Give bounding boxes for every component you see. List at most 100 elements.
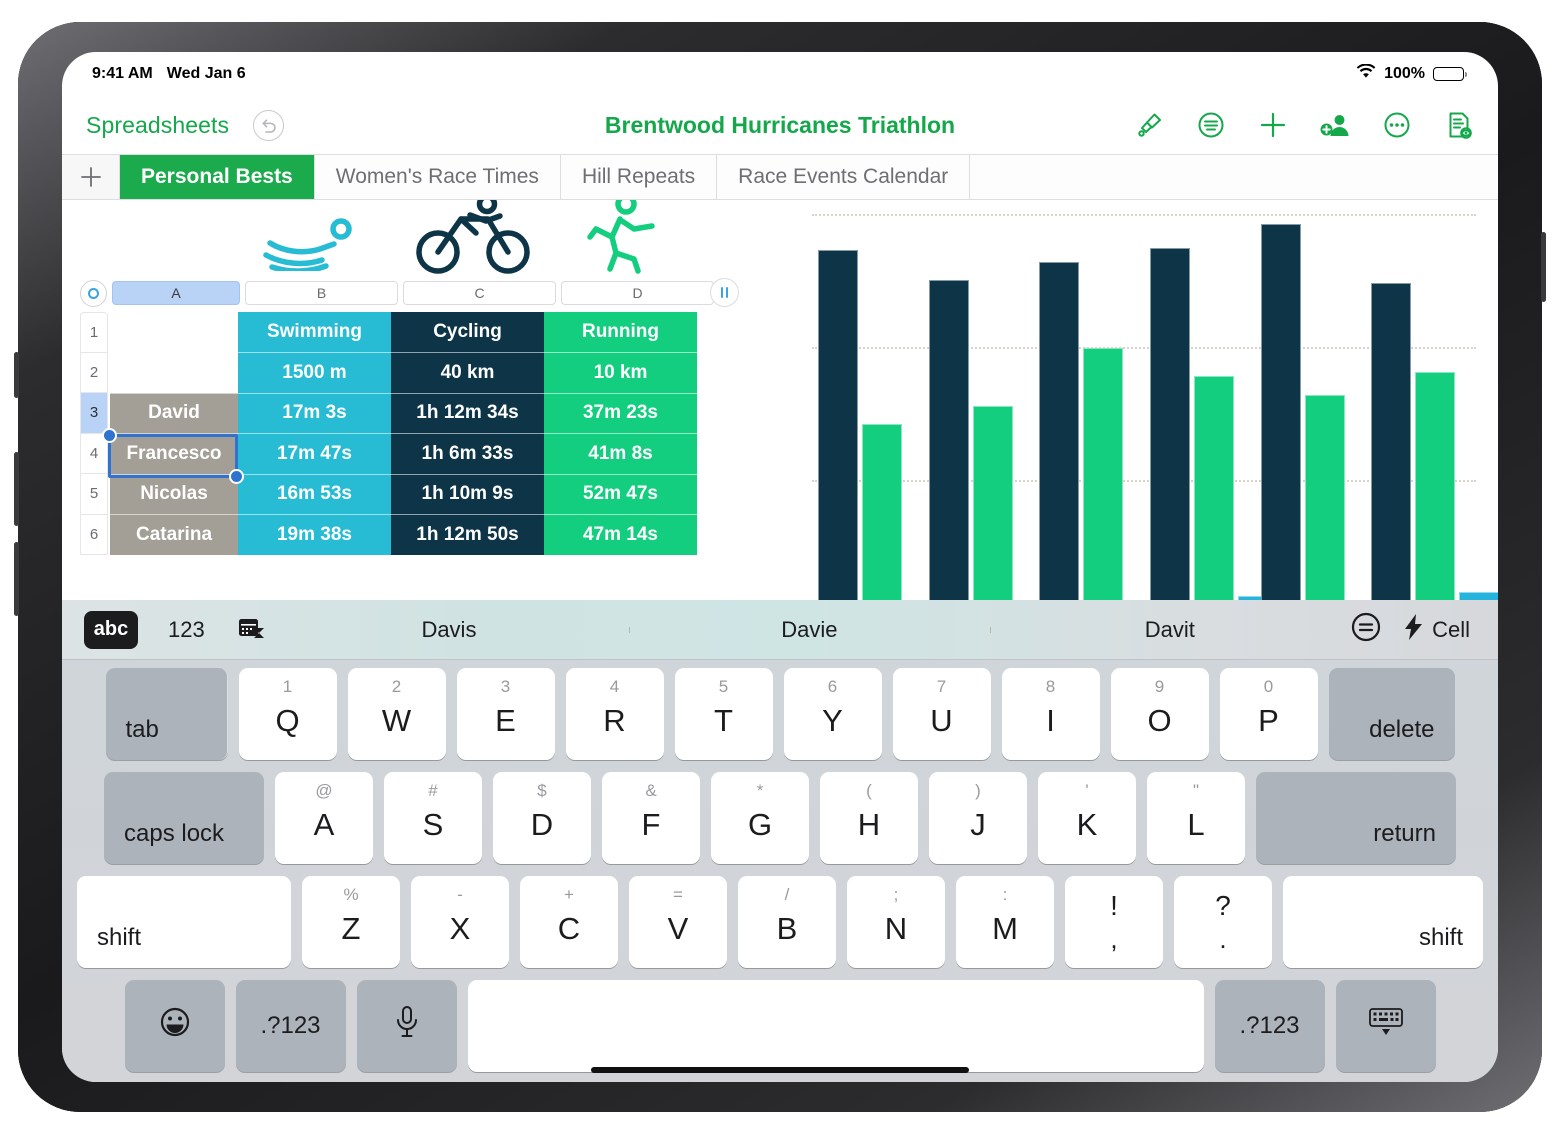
- key-m[interactable]: :M: [956, 876, 1054, 968]
- numeric-mode-button[interactable]: 123: [168, 617, 205, 643]
- volume-down-button[interactable]: [14, 542, 19, 616]
- key-t[interactable]: 5T: [674, 668, 773, 760]
- row-number-6[interactable]: 6: [80, 514, 108, 555]
- key-o[interactable]: 9O: [1110, 668, 1209, 760]
- row-number-3[interactable]: 3: [80, 393, 108, 434]
- cell-b2[interactable]: 1500 m: [238, 352, 391, 394]
- key-x[interactable]: -X: [411, 876, 509, 968]
- column-header-d[interactable]: D: [561, 281, 714, 305]
- cell-d1[interactable]: Running: [544, 312, 697, 353]
- add-collaborator-icon[interactable]: [1318, 108, 1352, 142]
- row-number-5[interactable]: 5: [80, 474, 108, 515]
- shift-right-key[interactable]: shift: [1283, 876, 1483, 968]
- abc-mode-button[interactable]: abc: [84, 610, 138, 649]
- key-c[interactable]: + C: [520, 876, 618, 968]
- cell-c5[interactable]: 1h 10m 9s: [391, 474, 544, 515]
- sidebar-item-personal-bests[interactable]: Personal Bests: [120, 155, 315, 199]
- key-a[interactable]: @ A: [275, 772, 373, 864]
- sidebar-item-race-events-calendar[interactable]: Race Events Calendar: [717, 155, 971, 199]
- cell-a3[interactable]: David: [110, 393, 238, 434]
- key-y[interactable]: 6Y: [783, 668, 882, 760]
- cell-c4[interactable]: 1h 6m 33s: [391, 433, 544, 475]
- cell-d4[interactable]: 41m 8s: [544, 433, 697, 475]
- format-brush-icon[interactable]: [1132, 108, 1166, 142]
- formula-equals-icon[interactable]: [1350, 611, 1382, 648]
- undo-icon[interactable]: [253, 109, 285, 141]
- emoji-key[interactable]: [124, 980, 225, 1072]
- sidebar-item-hill-repeats[interactable]: Hill Repeats: [560, 155, 718, 199]
- cell-a2[interactable]: [110, 352, 238, 394]
- sidebar-item-womens-race-times[interactable]: Women's Race Times: [314, 155, 561, 199]
- suggestion-1[interactable]: Davis: [269, 617, 629, 643]
- cell-b6[interactable]: 19m 38s: [238, 514, 391, 556]
- key-l[interactable]: " L: [1147, 772, 1245, 864]
- key-f[interactable]: & F: [602, 772, 700, 864]
- key-s[interactable]: # S: [384, 772, 482, 864]
- key-j[interactable]: ) J: [929, 772, 1027, 864]
- key-e[interactable]: 3E: [456, 668, 555, 760]
- key-w[interactable]: 2W: [347, 668, 446, 760]
- key-g[interactable]: * G: [711, 772, 809, 864]
- cell-a1[interactable]: [110, 312, 238, 353]
- key-i[interactable]: 8I: [1001, 668, 1100, 760]
- key-b[interactable]: / B: [738, 876, 836, 968]
- key-p[interactable]: 0P: [1219, 668, 1318, 760]
- dictation-key[interactable]: [356, 980, 457, 1072]
- exclamation-comma-key[interactable]: !,: [1065, 876, 1163, 968]
- key-r[interactable]: 4R: [565, 668, 664, 760]
- key-d[interactable]: $ D: [493, 772, 591, 864]
- row-number-1[interactable]: 1: [80, 312, 108, 353]
- numeric-right-key[interactable]: .?123: [1214, 980, 1325, 1072]
- bar-chart[interactable]: [772, 208, 1498, 600]
- cell-a4[interactable]: Francesco: [110, 433, 238, 475]
- key-h[interactable]: (H: [820, 772, 918, 864]
- cell-a6[interactable]: Catarina: [110, 514, 238, 556]
- caps-lock-key[interactable]: caps lock: [104, 772, 264, 864]
- more-options-icon[interactable]: [1380, 108, 1414, 142]
- question-period-key[interactable]: ?.: [1174, 876, 1272, 968]
- select-all-icon[interactable]: [80, 279, 107, 307]
- insert-plus-icon[interactable]: [1256, 108, 1290, 142]
- suggestion-2[interactable]: Davie: [629, 617, 989, 643]
- cell-a5[interactable]: Nicolas: [110, 474, 238, 515]
- volume-up-button[interactable]: [14, 452, 19, 526]
- cell-d2[interactable]: 10 km: [544, 352, 697, 394]
- cell-c3[interactable]: 1h 12m 34s: [391, 393, 544, 434]
- cell-c1[interactable]: Cycling: [391, 312, 544, 353]
- cell-b5[interactable]: 16m 53s: [238, 474, 391, 515]
- row-number-4[interactable]: 4: [80, 433, 108, 474]
- cell-b3[interactable]: 17m 3s: [238, 393, 391, 434]
- delete-key[interactable]: delete: [1328, 668, 1455, 760]
- key-u[interactable]: 7U: [892, 668, 991, 760]
- suggestion-3[interactable]: Davit: [989, 617, 1350, 643]
- numeric-left-key[interactable]: .?123: [235, 980, 346, 1072]
- add-sheet-icon[interactable]: [62, 155, 120, 199]
- power-button[interactable]: [14, 352, 19, 398]
- back-to-spreadsheets-button[interactable]: Spreadsheets: [86, 112, 229, 139]
- date-time-picker-icon[interactable]: [235, 613, 269, 647]
- tab-key[interactable]: tab: [105, 668, 228, 760]
- return-key[interactable]: return: [1256, 772, 1456, 864]
- shift-left-key[interactable]: shift: [77, 876, 291, 968]
- column-header-c[interactable]: C: [403, 281, 556, 305]
- cell-b1[interactable]: Swimming: [238, 312, 391, 353]
- dismiss-keyboard-key[interactable]: [1335, 980, 1436, 1072]
- column-resize-handle-icon[interactable]: [710, 278, 739, 307]
- paragraph-style-icon[interactable]: [1194, 108, 1228, 142]
- cell-c2[interactable]: 40 km: [391, 352, 544, 394]
- cell-b4[interactable]: 17m 47s: [238, 433, 391, 475]
- document-preview-icon[interactable]: [1442, 108, 1476, 142]
- home-indicator[interactable]: [591, 1067, 969, 1073]
- cell-d6[interactable]: 47m 14s: [544, 514, 697, 556]
- key-v[interactable]: = V: [629, 876, 727, 968]
- key-z[interactable]: % Z: [302, 876, 400, 968]
- cell-d3[interactable]: 37m 23s: [544, 393, 697, 434]
- column-header-a[interactable]: A: [112, 281, 240, 305]
- key-q[interactable]: 1Q: [238, 668, 337, 760]
- cell-c6[interactable]: 1h 12m 50s: [391, 514, 544, 556]
- quick-cell-button[interactable]: Cell: [1404, 613, 1470, 646]
- key-k[interactable]: ' K: [1038, 772, 1136, 864]
- row-number-2[interactable]: 2: [80, 352, 108, 393]
- cell-d5[interactable]: 52m 47s: [544, 474, 697, 515]
- space-key[interactable]: [467, 980, 1204, 1072]
